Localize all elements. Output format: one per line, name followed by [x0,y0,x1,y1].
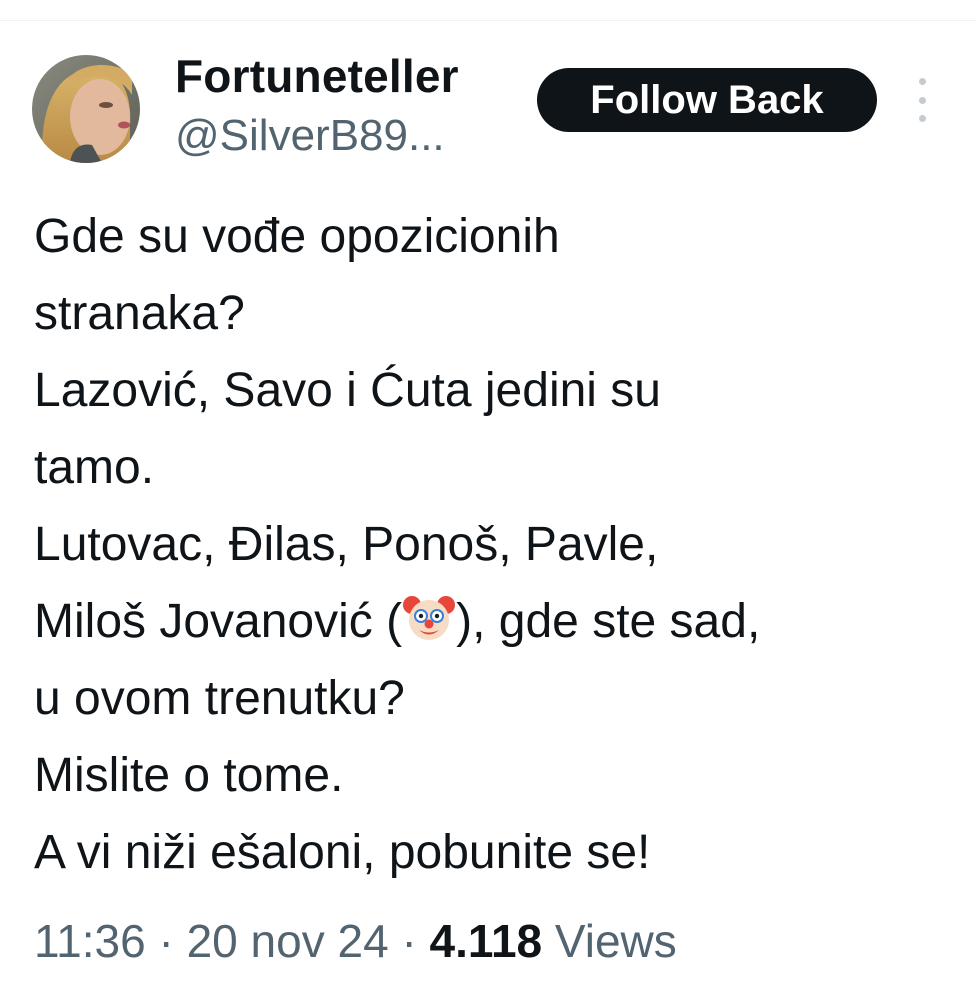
more-dot [918,115,926,122]
tweet: Fortuneteller @SilverB89... Follow Back … [0,0,976,1000]
tweet-line-part: Miloš Jovanović ( [34,595,403,648]
clown-face-icon [402,591,456,645]
views-label[interactable]: Views [555,915,677,967]
tweet-line: Lutovac, Đilas, Ponoš, Pavle, [34,518,659,571]
tweet-time[interactable]: 11:36 [34,915,146,967]
tweet-line: tamo. [34,441,155,494]
tweet-line: Mislite o tome. [34,749,344,802]
tweet-line: A vi niži ešaloni, pobunite se! [34,826,651,879]
meta-separator: · [158,915,174,967]
tweet-line: stranaka? [34,287,245,340]
tweet-meta: 11:36 · 20 nov 24 · 4.118 Views [34,913,677,969]
follow-back-button[interactable]: Follow Back [537,68,877,132]
user-handle[interactable]: @SilverB89... [175,110,445,162]
more-dot [918,78,926,85]
more-dot [918,96,926,104]
tweet-line: u ovom trenutku? [34,672,405,725]
avatar[interactable] [32,55,140,163]
tweet-line-part: ), gde ste sad, [456,595,761,648]
display-name[interactable]: Fortuneteller [175,50,459,102]
more-vertical-icon[interactable] [908,78,936,122]
tweet-line: Miloš Jovanović ( ), gde ste sad, [34,583,954,660]
views-count[interactable]: 4.118 [430,915,543,967]
tweet-text: Gde su vođe opozicionih stranaka? Lazovi… [34,198,954,891]
tweet-date[interactable]: 20 nov 24 [187,915,389,967]
meta-separator: · [401,915,417,967]
tweet-line: Gde su vođe opozicionih [34,210,560,263]
tweet-line: Lazović, Savo i Ćuta jedini su [34,364,661,417]
